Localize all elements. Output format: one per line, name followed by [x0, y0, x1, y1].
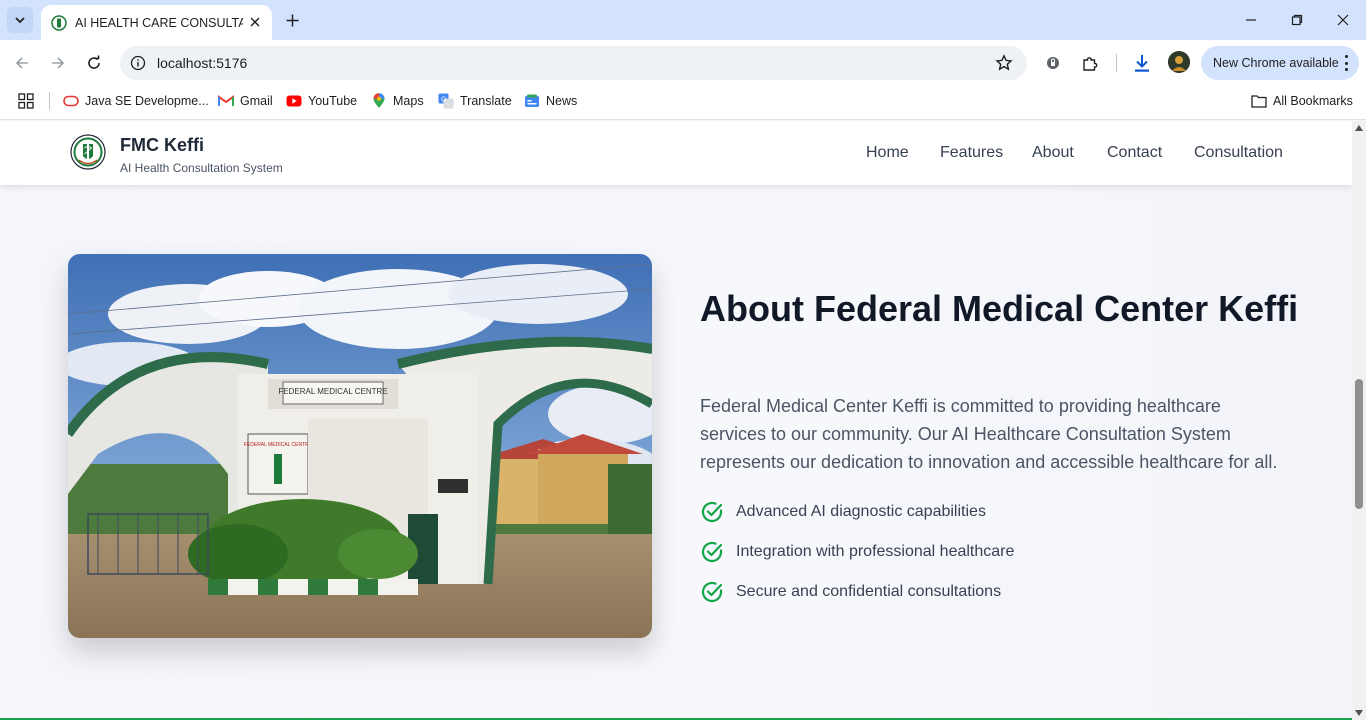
- feature-item: Secure and confidential consultations: [700, 579, 1001, 605]
- address-bar[interactable]: localhost:5176: [120, 46, 1027, 80]
- bookmarks-divider: [49, 92, 50, 110]
- scroll-down-arrow-icon[interactable]: [1355, 710, 1363, 716]
- page-scrollbar[interactable]: [1352, 121, 1366, 720]
- profile-avatar[interactable]: [1168, 51, 1190, 73]
- feature-label: Secure and confidential consultations: [736, 583, 1002, 600]
- nav-contact[interactable]: Contact: [1107, 144, 1162, 162]
- news-icon: [524, 93, 540, 109]
- youtube-icon: [286, 93, 302, 109]
- bookmark-translate[interactable]: G Translate: [438, 91, 512, 111]
- restore-icon[interactable]: [1283, 6, 1311, 34]
- scrollbar-thumb[interactable]: [1355, 379, 1363, 509]
- nav-consultation[interactable]: Consultation: [1194, 144, 1283, 162]
- nav-about[interactable]: About: [1032, 144, 1074, 162]
- folder-icon: [1251, 93, 1267, 109]
- brand-subtitle: AI Health Consultation System: [120, 161, 283, 175]
- java-icon: [63, 93, 79, 109]
- forward-arrow-icon[interactable]: [45, 50, 71, 76]
- chevron-down-icon: [15, 17, 25, 24]
- all-bookmarks-button[interactable]: All Bookmarks: [1251, 91, 1353, 111]
- all-bookmarks-label: All Bookmarks: [1273, 94, 1353, 108]
- hospital-gate-photo: FEDERAL MEDICAL CENTRE FEDERAL MEDICAL C…: [68, 254, 652, 638]
- feature-item: Advanced AI diagnostic capabilities: [700, 499, 986, 525]
- about-description: Federal Medical Center Keffi is committe…: [700, 396, 1278, 472]
- bookmark-news[interactable]: News: [524, 91, 577, 111]
- site-header: FMC Keffi AI Health Consultation System …: [0, 121, 1352, 185]
- address-url: localhost:5176: [157, 55, 248, 71]
- feature-label: Advanced AI diagnostic capabilities: [736, 503, 986, 520]
- fmc-logo[interactable]: [70, 132, 106, 172]
- bookmark-gmail[interactable]: Gmail: [218, 91, 273, 111]
- page-viewport: FMC Keffi AI Health Consultation System …: [0, 121, 1352, 720]
- bookmark-youtube[interactable]: YouTube: [286, 91, 357, 111]
- bookmark-label: Gmail: [240, 94, 273, 108]
- site-favicon-icon: [51, 14, 67, 31]
- gate-sign-top: FEDERAL MEDICAL CENTRE: [278, 387, 387, 396]
- feature-label: Integration with professional healthcare: [736, 543, 1015, 560]
- extensions-puzzle-icon[interactable]: [1079, 52, 1101, 74]
- extension-lock-icon[interactable]: [1042, 52, 1064, 74]
- bookmark-star-icon[interactable]: [995, 54, 1013, 72]
- translate-icon: G: [438, 93, 454, 109]
- bookmarks-bar: Java SE Developme... Gmail YouTube Maps …: [0, 86, 1366, 120]
- feature-item: Integration with professional healthcare: [700, 539, 1014, 565]
- bookmark-label: Java SE Developme...: [85, 94, 209, 108]
- svg-text:G: G: [441, 97, 446, 104]
- bookmark-label: News: [546, 94, 578, 108]
- new-chrome-available-button[interactable]: New Chrome available: [1201, 46, 1359, 80]
- bookmark-maps[interactable]: Maps: [371, 91, 424, 111]
- bookmark-java[interactable]: Java SE Developme...: [63, 91, 209, 111]
- apps-grid-icon[interactable]: [18, 93, 34, 109]
- tab-title: AI HEALTH CARE CONSULTATION: [75, 15, 243, 30]
- about-title: About Federal Medical Center Keffi: [700, 288, 1299, 329]
- bookmark-label: Maps: [393, 94, 424, 108]
- reload-icon[interactable]: [81, 50, 107, 76]
- scroll-up-arrow-icon[interactable]: [1355, 125, 1363, 131]
- gate-sign-front: FEDERAL MEDICAL CENTRE: [244, 442, 313, 448]
- window-close-icon[interactable]: [1329, 6, 1357, 34]
- check-circle-icon: [700, 540, 724, 564]
- more-menu-icon[interactable]: [1343, 55, 1349, 71]
- maps-icon: [371, 93, 387, 109]
- new-tab-plus-icon[interactable]: [281, 9, 303, 31]
- toolbar-divider: [1116, 54, 1117, 72]
- browser-tab-strip: AI HEALTH CARE CONSULTATION: [0, 0, 1366, 40]
- nav-features[interactable]: Features: [940, 144, 1003, 162]
- check-circle-icon: [700, 580, 724, 604]
- bookmark-label: YouTube: [308, 94, 358, 108]
- update-label: New Chrome available: [1213, 56, 1339, 70]
- nav-home[interactable]: Home: [866, 144, 909, 162]
- check-circle-icon: [700, 500, 724, 524]
- browser-toolbar: localhost:5176 New Chrome available: [0, 40, 1366, 86]
- bookmark-label: Translate: [460, 94, 512, 108]
- site-info-icon[interactable]: [130, 55, 146, 71]
- gmail-icon: [218, 93, 234, 109]
- tab-close-icon[interactable]: [246, 13, 264, 31]
- downloads-icon[interactable]: [1131, 52, 1153, 74]
- browser-tab[interactable]: AI HEALTH CARE CONSULTATION: [41, 5, 272, 40]
- back-arrow-icon[interactable]: [9, 50, 35, 76]
- tab-search-button[interactable]: [7, 7, 33, 33]
- minimize-icon[interactable]: [1237, 6, 1265, 34]
- brand-name[interactable]: FMC Keffi: [120, 135, 204, 156]
